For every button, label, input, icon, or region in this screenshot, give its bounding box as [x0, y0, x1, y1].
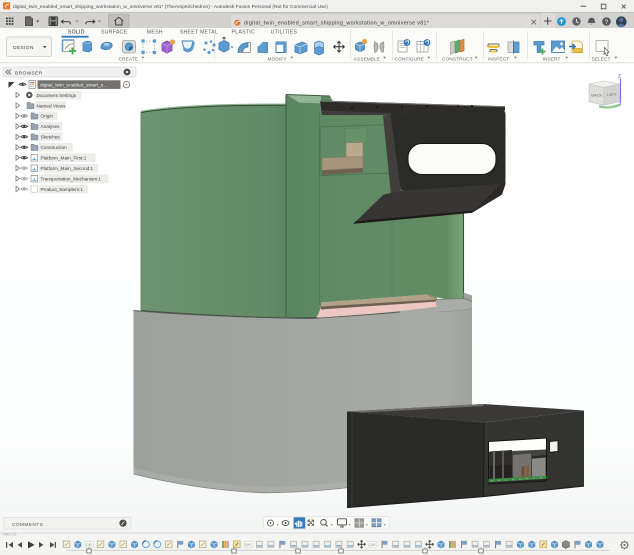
- svg-text:Construction: Construction: [41, 145, 68, 150]
- svg-text:LEFT: LEFT: [607, 92, 617, 97]
- svg-text:digital_twin_enabled_smart_shi: digital_twin_enabled_smart_shipping_work…: [13, 4, 328, 10]
- svg-text:Transportation_Mechanism:1: Transportation_Mechanism:1: [41, 176, 102, 181]
- svg-text:digital_twin_enabled_smart_shi: digital_twin_enabled_smart_shipping_work…: [244, 21, 429, 27]
- svg-text:COMMENTS: COMMENTS: [12, 522, 43, 528]
- svg-text:INSPECT: INSPECT: [488, 56, 509, 61]
- svg-text:SHEET METAL: SHEET METAL: [180, 29, 218, 35]
- svg-text:SOLID: SOLID: [68, 29, 85, 35]
- svg-text:Origin: Origin: [41, 114, 54, 119]
- svg-text:MODIFY: MODIFY: [268, 56, 287, 61]
- svg-text:CIR: CIR: [86, 543, 92, 547]
- svg-text:Analyses: Analyses: [41, 124, 61, 129]
- svg-text:CONSTRUCT: CONSTRUCT: [442, 56, 473, 61]
- svg-text:BROWSER: BROWSER: [15, 71, 43, 77]
- svg-text:Platform_Main_Second:1: Platform_Main_Second:1: [41, 166, 94, 171]
- svg-text:Named Views: Named Views: [37, 103, 66, 108]
- svg-text:BACK: BACK: [591, 92, 602, 97]
- svg-text:ASSEMBLE: ASSEMBLE: [354, 56, 380, 61]
- svg-text:PLASTIC: PLASTIC: [232, 29, 255, 35]
- svg-text:CONFIGURE: CONFIGURE: [395, 56, 424, 61]
- svg-text:MESH: MESH: [147, 29, 163, 35]
- svg-text:Z: Z: [618, 74, 621, 80]
- svg-text:Product_Samplers:1: Product_Samplers:1: [41, 187, 84, 192]
- svg-text:TIMELINE: TIMELINE: [2, 533, 17, 537]
- svg-text:SELECT: SELECT: [592, 56, 611, 61]
- svg-text:SURFACE: SURFACE: [101, 29, 128, 35]
- svg-text:CIR: CIR: [370, 543, 376, 547]
- svg-text:INSERT: INSERT: [543, 56, 561, 61]
- svg-text:UTILITIES: UTILITIES: [271, 29, 298, 35]
- svg-text:Document Settings: Document Settings: [37, 93, 77, 98]
- svg-text:CIR: CIR: [245, 543, 251, 547]
- svg-text:Sketches: Sketches: [41, 135, 61, 140]
- svg-text:DESIGN: DESIGN: [13, 45, 34, 51]
- svg-text:digital_twin_enabled_smart_s..: digital_twin_enabled_smart_s...: [40, 83, 107, 89]
- svg-text:CREATE: CREATE: [119, 56, 139, 61]
- svg-text:Platform_Main_First:1: Platform_Main_First:1: [41, 156, 87, 161]
